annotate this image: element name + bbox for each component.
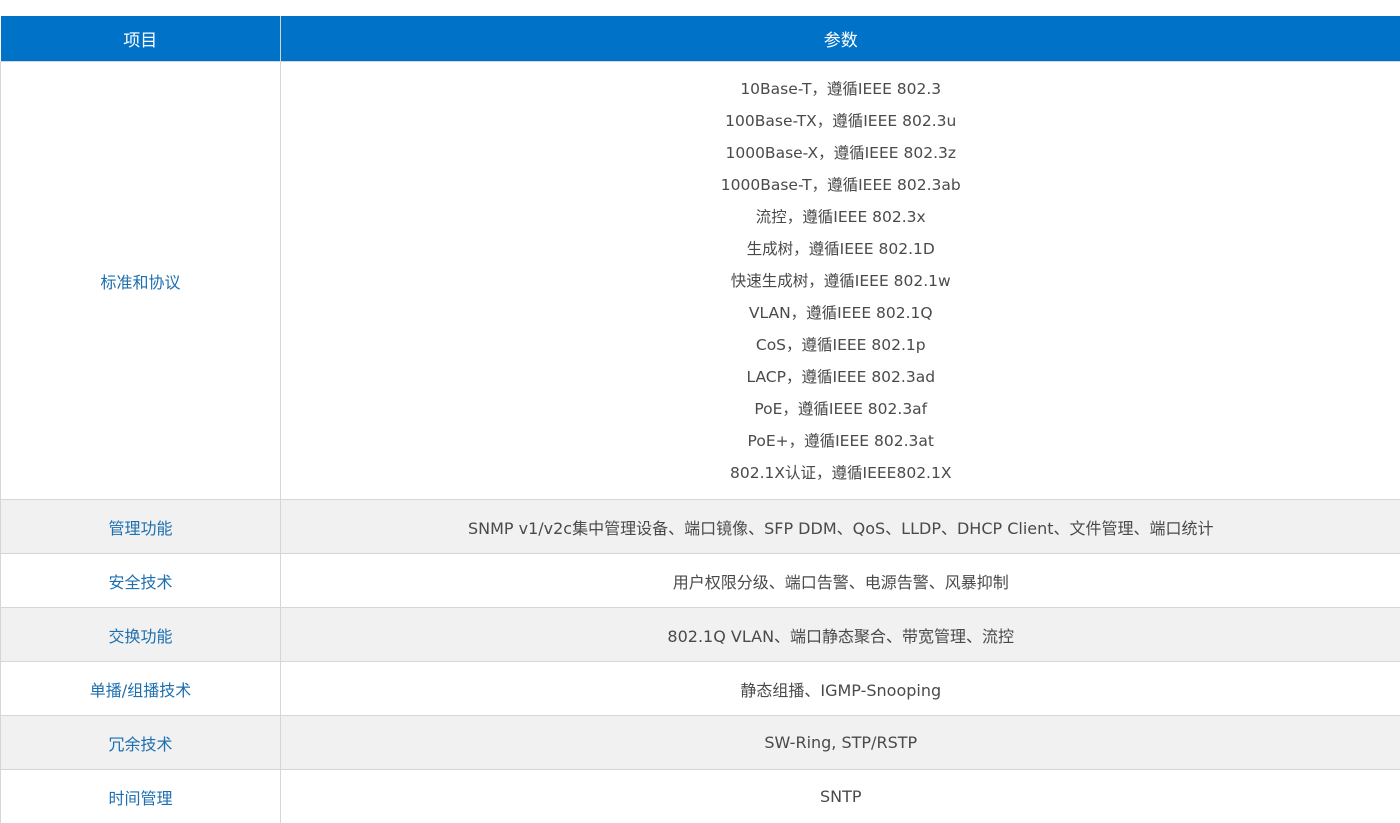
param-line: 1000Base-T，遵循IEEE 802.3ab <box>281 169 1400 201</box>
param-line: CoS，遵循IEEE 802.1p <box>281 329 1400 361</box>
row-item-label: 标准和协议 <box>1 62 281 500</box>
param-line: VLAN，遵循IEEE 802.1Q <box>281 297 1400 329</box>
row-param-value: 用户权限分级、端口告警、电源告警、风暴抑制 <box>281 554 1400 608</box>
param-line: 10Base-T，遵循IEEE 802.3 <box>281 73 1400 105</box>
param-line: PoE+，遵循IEEE 802.3at <box>281 425 1400 457</box>
row-param-value: SNMP v1/v2c集中管理设备、端口镜像、SFP DDM、QoS、LLDP、… <box>281 500 1400 554</box>
row-item-label: 单播/组播技术 <box>1 662 281 716</box>
row-param-value: 802.1Q VLAN、端口静态聚合、带宽管理、流控 <box>281 608 1400 662</box>
spec-table: 项目 参数 标准和协议 10Base-T，遵循IEEE 802.3 100Bas… <box>0 16 1400 823</box>
row-item-label: 管理功能 <box>1 500 281 554</box>
table-row: 单播/组播技术 静态组播、IGMP-Snooping <box>1 662 1400 716</box>
param-line: PoE，遵循IEEE 802.3af <box>281 393 1400 425</box>
table-header-row: 项目 参数 <box>1 16 1400 62</box>
param-line: 100Base-TX，遵循IEEE 802.3u <box>281 105 1400 137</box>
table-row: 交换功能 802.1Q VLAN、端口静态聚合、带宽管理、流控 <box>1 608 1400 662</box>
param-line: 生成树，遵循IEEE 802.1D <box>281 233 1400 265</box>
column-header-param: 参数 <box>281 16 1400 62</box>
row-item-label: 时间管理 <box>1 770 281 823</box>
table-row: 标准和协议 10Base-T，遵循IEEE 802.3 100Base-TX，遵… <box>1 62 1400 500</box>
param-line: 快速生成树，遵循IEEE 802.1w <box>281 265 1400 297</box>
row-param-list: 10Base-T，遵循IEEE 802.3 100Base-TX，遵循IEEE … <box>281 62 1400 500</box>
table-row: 时间管理 SNTP <box>1 770 1400 823</box>
column-header-item: 项目 <box>1 16 281 62</box>
row-param-value: SW-Ring, STP/RSTP <box>281 716 1400 770</box>
param-line: 流控，遵循IEEE 802.3x <box>281 201 1400 233</box>
row-param-value: 静态组播、IGMP-Snooping <box>281 662 1400 716</box>
spec-table-container: 项目 参数 标准和协议 10Base-T，遵循IEEE 802.3 100Bas… <box>0 16 1400 823</box>
row-item-label: 安全技术 <box>1 554 281 608</box>
row-item-label: 冗余技术 <box>1 716 281 770</box>
row-item-label: 交换功能 <box>1 608 281 662</box>
param-line: LACP，遵循IEEE 802.3ad <box>281 361 1400 393</box>
table-row: 安全技术 用户权限分级、端口告警、电源告警、风暴抑制 <box>1 554 1400 608</box>
param-line: 802.1X认证，遵循IEEE802.1X <box>281 457 1400 489</box>
param-line: 1000Base-X，遵循IEEE 802.3z <box>281 137 1400 169</box>
table-row: 冗余技术 SW-Ring, STP/RSTP <box>1 716 1400 770</box>
table-row: 管理功能 SNMP v1/v2c集中管理设备、端口镜像、SFP DDM、QoS、… <box>1 500 1400 554</box>
row-param-value: SNTP <box>281 770 1400 823</box>
